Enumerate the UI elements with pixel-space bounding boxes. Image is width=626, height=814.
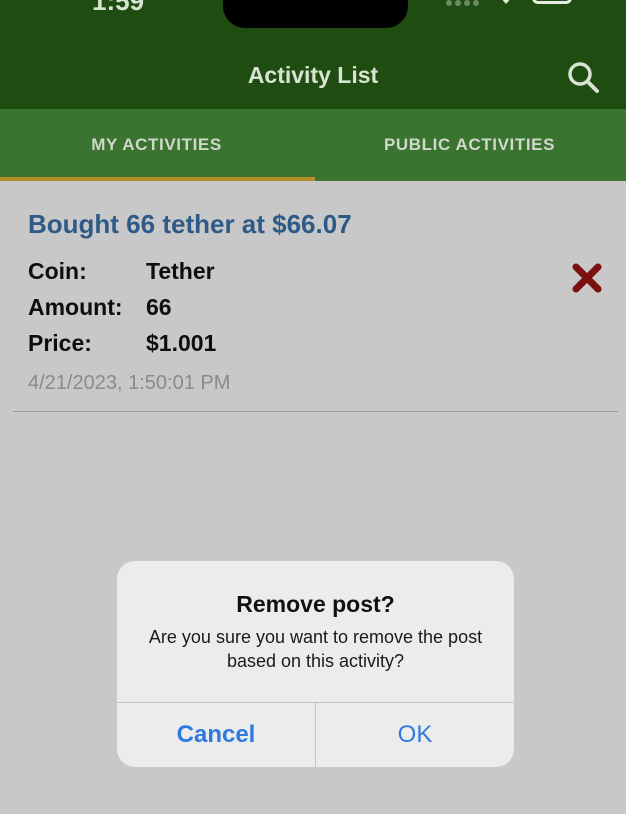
battery-icon [532, 0, 572, 4]
close-x-icon[interactable] [571, 262, 603, 294]
field-label: Price: [28, 330, 92, 356]
dynamic-island [223, 0, 408, 28]
signal-dot [464, 0, 470, 6]
activity-timestamp: 4/21/2023, 1:50:01 PM [28, 372, 231, 394]
ok-button[interactable]: OK [316, 703, 514, 767]
tab-public-activities[interactable]: PUBLIC ACTIVITIES [313, 109, 626, 181]
status-time: 1:59 [92, 0, 145, 16]
page-title: Activity List [247, 62, 379, 88]
wifi-icon [502, 0, 510, 4]
alert-message: Are you sure you want to remove the post… [148, 627, 483, 671]
field-value: 66 [146, 294, 172, 320]
signal-dot [446, 0, 452, 6]
cancel-button[interactable]: Cancel [117, 703, 315, 767]
status-icons [446, 0, 586, 12]
field-value: Tether [146, 258, 215, 284]
field-label: Amount: [28, 294, 123, 320]
field-value: $1.001 [146, 330, 217, 356]
app-screen: 1:59 Activity List MY ACTIVITIES PUBLIC … [0, 0, 626, 814]
signal-dot [473, 0, 479, 6]
search-icon[interactable] [566, 60, 600, 94]
field-label: Coin: [28, 258, 87, 284]
active-tab-indicator [0, 177, 315, 181]
list-divider [13, 411, 618, 412]
alert-title: Remove post? [236, 591, 395, 617]
tab-bar: MY ACTIVITIES PUBLIC ACTIVITIES [0, 109, 626, 181]
remove-post-alert: Remove post? Are you sure you want to re… [117, 561, 514, 767]
app-header: 1:59 Activity List [0, 0, 626, 109]
tab-my-activities[interactable]: MY ACTIVITIES [0, 109, 313, 181]
activity-title: Bought 66 tether at $66.07 [28, 209, 352, 239]
signal-dot [455, 0, 461, 6]
